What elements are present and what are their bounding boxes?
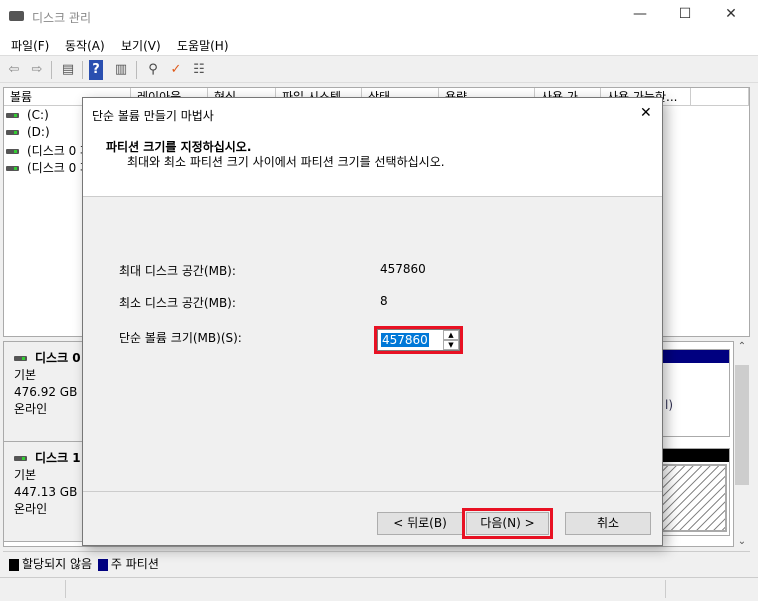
- disk-management-icon: [9, 11, 24, 21]
- minimize-button[interactable]: —: [630, 6, 650, 26]
- divider: [83, 491, 662, 492]
- drive-icon: [6, 130, 19, 135]
- menu-help[interactable]: 도움말(H): [177, 37, 229, 54]
- primary-swatch: [97, 558, 108, 571]
- volume-row[interactable]: (디스크 0 파: [6, 159, 91, 176]
- menu-view[interactable]: 보기(V): [121, 37, 161, 54]
- legend: 할당되지 않음 주 파티션: [3, 551, 750, 575]
- disk-icon: [14, 356, 27, 361]
- next-button[interactable]: 다음(N) >: [466, 512, 549, 535]
- drive-icon: [6, 113, 19, 118]
- spin-up-icon[interactable]: ▲: [443, 330, 459, 340]
- window-title: 디스크 관리: [32, 11, 92, 25]
- min-space-value: 8: [380, 294, 388, 308]
- vertical-scrollbar[interactable]: ⌃ ⌄: [734, 341, 750, 547]
- drive-icon: [6, 149, 19, 154]
- dialog-title: 단순 볼륨 만들기 마법사: [92, 109, 214, 123]
- volume-size-input[interactable]: 457860: [381, 333, 429, 347]
- forward-icon[interactable]: ⇨: [27, 60, 47, 80]
- max-space-value: 457860: [380, 262, 426, 276]
- volume-name: (C:): [27, 108, 49, 122]
- cancel-button[interactable]: 취소: [565, 512, 651, 535]
- dialog-close-button[interactable]: ✕: [640, 105, 652, 121]
- help-icon[interactable]: ?: [89, 60, 103, 80]
- next-highlight: 다음(N) >: [462, 508, 553, 539]
- volume-row[interactable]: (D:): [6, 125, 50, 142]
- title-bar: 디스크 관리 — ☐ ✕: [0, 0, 758, 32]
- column-blank: [691, 88, 749, 106]
- toolbar: ⇦ ⇨ ▤ ? ▥ ⚲ ✓ ☷: [0, 57, 758, 83]
- close-button[interactable]: ✕: [721, 6, 741, 26]
- scroll-thumb[interactable]: [735, 365, 749, 485]
- volume-row[interactable]: (디스크 0 파: [6, 142, 91, 159]
- disk-name: 디스크 0: [35, 351, 81, 365]
- legend-unallocated: 할당되지 않음: [22, 557, 93, 571]
- check-icon[interactable]: ✓: [166, 60, 186, 80]
- menu-action[interactable]: 동작(A): [65, 37, 105, 54]
- legend-primary: 주 파티션: [110, 557, 159, 571]
- scroll-down-icon[interactable]: ⌄: [734, 536, 750, 547]
- volume-row[interactable]: (C:): [6, 108, 49, 125]
- back-button[interactable]: < 뒤로(B): [377, 512, 463, 535]
- disk-icon: [14, 456, 27, 461]
- properties-icon[interactable]: ☷: [189, 60, 209, 80]
- maximize-button[interactable]: ☐: [675, 6, 695, 26]
- volume-size-stepper[interactable]: 457860 ▲ ▼: [377, 329, 460, 351]
- scroll-up-icon[interactable]: ⌃: [734, 341, 750, 352]
- wizard-subheading: 최대와 최소 파티션 크기 사이에서 파티션 크기를 선택하십시오.: [127, 155, 445, 169]
- status-bar: [0, 577, 758, 599]
- min-space-label: 최소 디스크 공간(MB):: [119, 296, 236, 310]
- spin-down-icon[interactable]: ▼: [443, 340, 459, 350]
- menu-file[interactable]: 파일(F): [11, 37, 49, 54]
- wizard-header: 단순 볼륨 만들기 마법사 ✕ 파티션 크기를 지정하십시오. 최대와 최소 파…: [83, 98, 662, 197]
- volume-size-highlight: 457860 ▲ ▼: [374, 326, 463, 354]
- action-pane-icon[interactable]: ▥: [111, 60, 131, 80]
- connect-icon[interactable]: ⚲: [143, 60, 163, 80]
- volume-size-label: 단순 볼륨 크기(MB)(S):: [119, 331, 242, 345]
- unallocated-swatch: [9, 558, 19, 571]
- disk-name: 디스크 1: [35, 451, 81, 465]
- back-icon[interactable]: ⇦: [4, 60, 24, 80]
- max-space-label: 최대 디스크 공간(MB):: [119, 264, 236, 278]
- drive-icon: [6, 166, 19, 171]
- console-tree-icon[interactable]: ▤: [58, 60, 78, 80]
- partition-text: l): [665, 398, 674, 412]
- new-simple-volume-wizard: 단순 볼륨 만들기 마법사 ✕ 파티션 크기를 지정하십시오. 최대와 최소 파…: [82, 97, 663, 546]
- menu-bar: 파일(F) 동작(A) 보기(V) 도움말(H): [0, 32, 758, 56]
- volume-name: (D:): [27, 125, 50, 139]
